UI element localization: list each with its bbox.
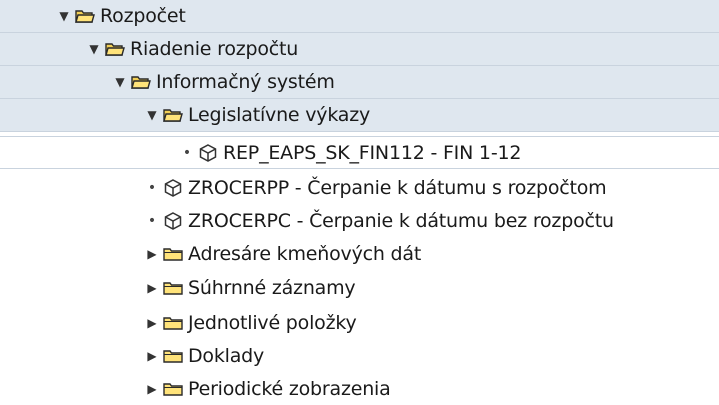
folder-open-icon: [105, 41, 125, 57]
tree-node-label: Legislatívne výkazy: [188, 104, 371, 126]
bullet-icon: •: [147, 179, 157, 196]
tree-node-zrocerpc[interactable]: • ZROCERPC - Čerpanie k dátumu bez rozpo…: [0, 204, 719, 237]
tree-node-adresare-kmenovych-dat[interactable]: ▶ Adresáre kmeňových dát: [0, 237, 719, 270]
tree-node-suhrnne-zaznamy[interactable]: ▶ Súhrnné záznamy: [0, 271, 719, 304]
tree-node-periodicke-zobrazenia[interactable]: ▶ Periodické zobrazenia: [0, 372, 719, 405]
folder-open-icon: [163, 107, 183, 123]
tree-node-label: Periodické zobrazenia: [188, 377, 391, 400]
triangle-right-icon[interactable]: ▶: [145, 281, 159, 295]
triangle-down-icon[interactable]: ▼: [113, 75, 127, 89]
tree-node-label: Doklady: [188, 344, 265, 367]
triangle-right-icon[interactable]: ▶: [145, 316, 159, 330]
cube-icon: [198, 143, 218, 163]
tree-node-doklady[interactable]: ▶ Doklady: [0, 339, 719, 372]
triangle-right-icon[interactable]: ▶: [145, 382, 159, 396]
tree-node-legislativne-vykazy[interactable]: ▼ Legislatívne výkazy: [0, 99, 719, 132]
tree-node-label: Rozpočet: [100, 5, 186, 27]
tree-node-label: Adresáre kmeňových dát: [188, 242, 422, 265]
folder-closed-icon: [163, 246, 183, 262]
cube-icon: [163, 178, 183, 198]
tree-node-informacny-system[interactable]: ▼ Informačný systém: [0, 66, 719, 99]
tree-node-label: REP_EAPS_SK_FIN112 - FIN 1-12: [223, 141, 522, 164]
folder-closed-icon: [163, 280, 183, 296]
triangle-right-icon[interactable]: ▶: [145, 247, 159, 261]
triangle-down-icon[interactable]: ▼: [57, 9, 71, 23]
triangle-right-icon[interactable]: ▶: [145, 349, 159, 363]
tree-node-label: Súhrnné záznamy: [188, 276, 356, 299]
tree-node-rep-eaps-sk-fin112[interactable]: • REP_EAPS_SK_FIN112 - FIN 1-12: [0, 136, 719, 169]
folder-open-icon: [75, 8, 95, 24]
tree-node-label: Jednotlivé položky: [188, 311, 357, 334]
tree-node-jednotlive-polozky[interactable]: ▶ Jednotlivé položky: [0, 306, 719, 339]
folder-closed-icon: [163, 348, 183, 364]
bullet-icon: •: [182, 144, 192, 161]
tree-node-zrocerpp[interactable]: • ZROCERPP - Čerpanie k dátumu s rozpočt…: [0, 171, 719, 204]
triangle-down-icon[interactable]: ▼: [87, 42, 101, 56]
bullet-icon: •: [147, 212, 157, 229]
folder-open-icon: [131, 74, 151, 90]
triangle-down-icon[interactable]: ▼: [145, 108, 159, 122]
tree-node-label: ZROCERPC - Čerpanie k dátumu bez rozpočt…: [188, 209, 614, 232]
tree-node-riadenie-rozpoctu[interactable]: ▼ Riadenie rozpočtu: [0, 33, 719, 66]
folder-closed-icon: [163, 315, 183, 331]
cube-icon: [163, 211, 183, 231]
tree-node-rozpocet[interactable]: ▼ Rozpočet: [0, 0, 719, 33]
navigation-tree: ▼ Rozpočet ▼ Riadenie rozpočtu ▼ Informa…: [0, 0, 719, 405]
tree-node-label: Informačný systém: [156, 71, 335, 93]
folder-closed-icon: [163, 381, 183, 397]
tree-node-label: Riadenie rozpočtu: [130, 38, 299, 60]
tree-node-label: ZROCERPP - Čerpanie k dátumu s rozpočtom: [188, 176, 607, 199]
